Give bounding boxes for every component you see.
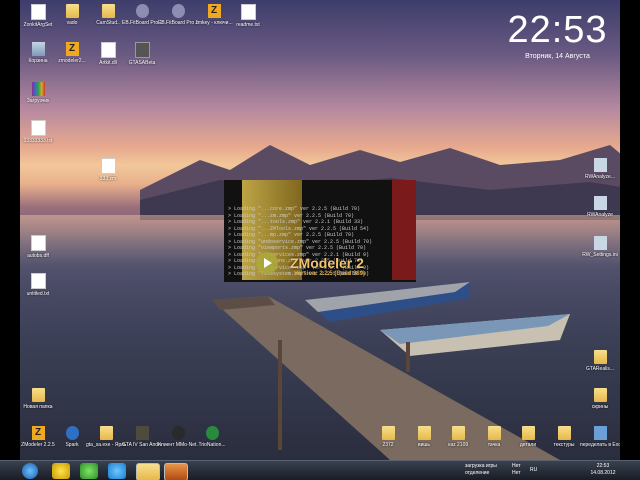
desktop-icon[interactable]: детали: [508, 426, 548, 448]
desktop-icon[interactable]: текстуры: [544, 426, 584, 448]
desktop-icon[interactable]: vaz 2109: [438, 426, 478, 448]
splash-version: Version: 2.2.5 (Build 989): [294, 271, 366, 277]
desktop-icon[interactable]: Новая папка: [18, 388, 58, 410]
file-icon: [240, 4, 256, 20]
desktop-icon[interactable]: Zzmodeler2...: [52, 42, 92, 64]
language-indicator[interactable]: RU: [530, 467, 537, 474]
game-icon: [135, 426, 149, 440]
desktop-icon[interactable]: RWAnalyze: [580, 196, 620, 218]
zmodeler-splash-window[interactable]: > Loading "...core.zmp" ver 2.2.5 (Build…: [224, 180, 416, 282]
folder-icon: [65, 4, 79, 18]
app-icon: [593, 158, 607, 172]
desktop-icon[interactable]: 2372: [368, 426, 408, 448]
desktop-icon[interactable]: EB.FitBoard Pro 1.8 Restore: [158, 4, 198, 26]
file-icon: [100, 42, 116, 58]
app-icon: [171, 4, 185, 18]
file-icon: [30, 273, 46, 289]
desktop-icon[interactable]: TrioNation...: [192, 426, 232, 448]
desktop-screen: 22:53 Вторник, 14 Августа ZonkitArgSet v…: [0, 0, 640, 480]
start-button[interactable]: [22, 463, 38, 479]
splash-title: ZModeler 2: [290, 255, 364, 271]
desktop-icon[interactable]: переделать в Excel: [580, 426, 620, 448]
folder-icon: [417, 426, 431, 440]
spark-icon: [65, 426, 79, 440]
desktop-icon[interactable]: Загрузчик: [18, 82, 58, 104]
desktop-icon[interactable]: скрины: [580, 388, 620, 410]
zmodeler-icon: Z: [65, 42, 79, 56]
desktop-icon[interactable]: RW_Settings.ini: [580, 236, 620, 258]
app-icon[interactable]: [80, 463, 98, 479]
client-icon: [171, 426, 185, 440]
file-icon: [30, 235, 46, 251]
app-icon: [134, 42, 150, 58]
app-icon: [205, 426, 219, 440]
folder-icon: [593, 350, 607, 364]
folder-icon: [451, 426, 465, 440]
app-icon[interactable]: [52, 463, 70, 479]
left-letterbox: [0, 0, 20, 460]
play-icon[interactable]: [256, 252, 278, 274]
folder-icon: [557, 426, 571, 440]
app-icon: [135, 4, 149, 18]
file-icon: [100, 158, 116, 174]
folder-icon: [99, 426, 113, 440]
desktop-icon[interactable]: RWAnalyze...: [580, 158, 620, 180]
desktop-icon[interactable]: 333.zm: [88, 158, 128, 182]
file-icon: [30, 4, 46, 20]
skype-icon[interactable]: [108, 463, 126, 479]
archive-icon: [31, 82, 45, 96]
folder-icon: [593, 388, 607, 402]
desktop-icon[interactable]: untitled.txt: [18, 273, 58, 297]
explorer-icon[interactable]: [136, 463, 160, 480]
folder-icon: [381, 426, 395, 440]
clock-date: Вторник, 14 Августа: [525, 53, 590, 60]
desktop-icon[interactable]: GTA IV San Andreas: [122, 426, 162, 448]
desktop-icon[interactable]: 33333333.txt: [18, 120, 58, 144]
app-icon: [593, 196, 607, 210]
desktop-icon[interactable]: gta_sa.exe - Ярлык: [86, 426, 126, 448]
desktop-icon[interactable]: GTARealis...: [580, 350, 620, 372]
folder-icon: [31, 388, 45, 402]
tray-status: загрузка игры отделение: [465, 463, 497, 476]
clock-gadget: 22:53 Вторник, 14 Августа: [500, 8, 615, 62]
media-player-icon[interactable]: [164, 463, 188, 480]
taskbar: загрузка игры отделение Нет Нет RU 22:53…: [0, 460, 640, 480]
recycle-bin-icon: [31, 42, 45, 56]
clock-time: 22:53: [507, 9, 608, 51]
file-icon: [30, 120, 46, 136]
desktop-icon[interactable]: EB.FitBoard Pro 1.6.6.exe: [122, 4, 162, 26]
desktop-icon[interactable]: GTASABeta: [122, 42, 162, 66]
folder-icon: [101, 4, 115, 18]
desktop-icon[interactable]: autobs.dff: [18, 235, 58, 259]
right-letterbox: [620, 0, 640, 460]
desktop-icon[interactable]: vado: [52, 4, 92, 26]
taskbar-clock[interactable]: 22:53 14.08.2012: [586, 463, 620, 477]
image-icon: [593, 426, 607, 440]
network-status[interactable]: Нет Нет: [512, 463, 521, 477]
desktop-icon[interactable]: readme.txt: [228, 4, 268, 28]
settings-file-icon: [593, 236, 607, 250]
folder-icon: [487, 426, 501, 440]
zmodeler-icon: Z: [31, 426, 45, 440]
zmodeler-icon: Z: [207, 4, 221, 18]
folder-icon: [521, 426, 535, 440]
